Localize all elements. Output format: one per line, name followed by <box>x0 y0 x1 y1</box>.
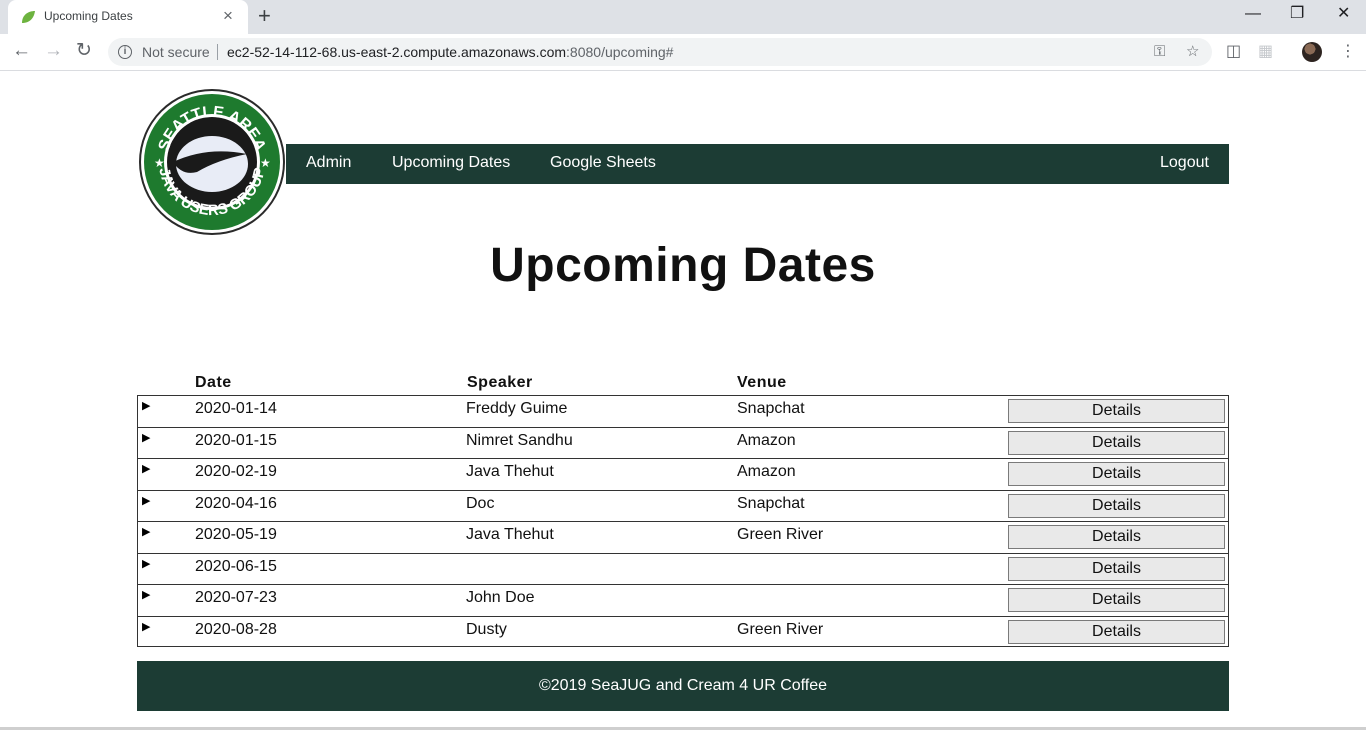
reading-list-icon[interactable]: ◫ <box>1226 42 1241 62</box>
restore-icon[interactable]: ❐ <box>1290 4 1304 24</box>
cell-date: 2020-07-23 <box>195 589 277 606</box>
expand-arrow-icon[interactable]: ▶ <box>142 431 150 444</box>
table-row[interactable]: ▶ 2020-02-19 Java Thehut Amazon Details <box>138 459 1228 491</box>
spring-leaf-icon <box>22 11 35 23</box>
header-venue: Venue <box>737 374 787 391</box>
tab-title: Upcoming Dates <box>44 9 133 23</box>
menu-kebab-icon[interactable]: ⋮ <box>1340 42 1356 62</box>
expand-arrow-icon[interactable]: ▶ <box>142 494 150 507</box>
cell-date: 2020-02-19 <box>195 463 277 480</box>
not-secure-label: Not secure <box>142 44 210 60</box>
details-button[interactable]: Details <box>1008 588 1225 612</box>
nav-upcoming-link[interactable]: Upcoming Dates <box>392 154 510 172</box>
cell-speaker: John Doe <box>466 589 535 606</box>
cell-venue: Snapchat <box>737 400 805 417</box>
cell-speaker: Dusty <box>466 620 507 638</box>
forward-icon[interactable]: → <box>44 40 63 62</box>
main-navbar: Admin Upcoming Dates Google Sheets Logou… <box>286 144 1229 184</box>
footer-text: ©2019 SeaJUG and Cream 4 UR Coffee <box>538 677 828 694</box>
profile-avatar[interactable] <box>1302 42 1322 62</box>
table-row[interactable]: ▶ 2020-08-28 Dusty Green River Details <box>138 617 1228 649</box>
expand-arrow-icon[interactable]: ▶ <box>142 462 150 475</box>
table-row[interactable]: ▶ 2020-01-14 Freddy Guime Snapchat Detai… <box>138 396 1228 428</box>
expand-arrow-icon[interactable]: ▶ <box>142 620 150 633</box>
cell-venue: Green River <box>737 526 824 543</box>
window-close-icon[interactable]: ✕ <box>1337 4 1350 24</box>
table-row[interactable]: ▶ 2020-05-19 Java Thehut Green River Det… <box>138 522 1228 554</box>
details-button[interactable]: Details <box>1008 399 1225 423</box>
url-separator <box>217 44 218 60</box>
browser-tab[interactable]: Upcoming Dates × <box>8 0 248 34</box>
url-path: :8080/upcoming# <box>566 44 674 60</box>
cell-venue: Amazon <box>737 463 796 480</box>
expand-arrow-icon[interactable]: ▶ <box>142 525 150 538</box>
page-footer: ©2019 SeaJUG and Cream 4 UR Coffee <box>137 661 1229 711</box>
expand-arrow-icon[interactable]: ▶ <box>142 557 150 570</box>
cell-date: 2020-08-28 <box>195 620 277 638</box>
table-row[interactable]: ▶ 2020-01-15 Nimret Sandhu Amazon Detail… <box>138 428 1228 459</box>
expand-arrow-icon[interactable]: ▶ <box>142 399 150 412</box>
table-row[interactable]: ▶ 2020-06-15 Details <box>138 554 1228 585</box>
nav-logout-link[interactable]: Logout <box>1160 154 1209 172</box>
browser-toolbar: ← → ↻ i Not secure ec2-52-14-112-68.us-e… <box>0 34 1366 71</box>
table-row[interactable]: ▶ 2020-04-16 Doc Snapchat Details <box>138 491 1228 522</box>
cell-date: 2020-01-14 <box>195 400 277 417</box>
nav-admin-link[interactable]: Admin <box>306 154 351 172</box>
cell-speaker: Java Thehut <box>466 526 554 543</box>
details-button[interactable]: Details <box>1008 462 1225 486</box>
expand-arrow-icon[interactable]: ▶ <box>142 588 150 601</box>
details-button[interactable]: Details <box>1008 430 1225 455</box>
details-button[interactable]: Details <box>1008 619 1225 644</box>
key-icon[interactable]: ⚿ <box>1154 43 1165 61</box>
table-row[interactable]: ▶ 2020-07-23 John Doe Details <box>138 585 1228 617</box>
reload-icon[interactable]: ↻ <box>76 40 92 62</box>
cell-venue: Snapchat <box>737 494 805 512</box>
seajug-logo[interactable]: SEATTLE AREA JAVA USERS GROUP ★ ★ <box>137 86 287 238</box>
minimize-icon[interactable]: — <box>1245 4 1261 24</box>
logo-star-left-icon: ★ <box>154 156 165 170</box>
page-title: Upcoming Dates <box>490 239 876 292</box>
details-button[interactable]: Details <box>1008 525 1225 549</box>
header-date: Date <box>195 374 232 391</box>
cell-speaker: Freddy Guime <box>466 400 568 417</box>
extension-icon[interactable]: ▦ <box>1258 42 1273 62</box>
nav-sheets-link[interactable]: Google Sheets <box>550 154 656 172</box>
details-button[interactable]: Details <box>1008 493 1225 518</box>
cell-speaker: Doc <box>466 494 495 512</box>
cell-date: 2020-01-15 <box>195 431 277 449</box>
upcoming-dates-table: ▶ 2020-01-14 Freddy Guime Snapchat Detai… <box>137 395 1229 647</box>
browser-tab-bar: Upcoming Dates × + — ❐ ✕ <box>0 0 1366 34</box>
cell-date: 2020-05-19 <box>195 526 277 543</box>
back-icon[interactable]: ← <box>12 40 31 62</box>
cell-venue: Green River <box>737 620 824 638</box>
new-tab-button[interactable]: + <box>258 3 271 29</box>
url-text[interactable]: ec2-52-14-112-68.us-east-2.compute.amazo… <box>227 44 673 60</box>
details-button[interactable]: Details <box>1008 556 1225 581</box>
logo-star-right-icon: ★ <box>260 156 271 170</box>
cell-date: 2020-06-15 <box>195 557 277 575</box>
bookmark-star-icon[interactable]: ☆ <box>1186 43 1199 61</box>
cell-speaker: Nimret Sandhu <box>466 431 573 449</box>
cell-date: 2020-04-16 <box>195 494 277 512</box>
info-icon[interactable]: i <box>118 45 132 59</box>
url-host: ec2-52-14-112-68.us-east-2.compute.amazo… <box>227 44 567 60</box>
cell-venue: Amazon <box>737 431 796 449</box>
tab-close-icon[interactable]: × <box>223 6 233 26</box>
cell-speaker: Java Thehut <box>466 463 554 480</box>
address-bar[interactable]: i Not secure ec2-52-14-112-68.us-east-2.… <box>108 38 1212 66</box>
header-speaker: Speaker <box>467 374 533 391</box>
